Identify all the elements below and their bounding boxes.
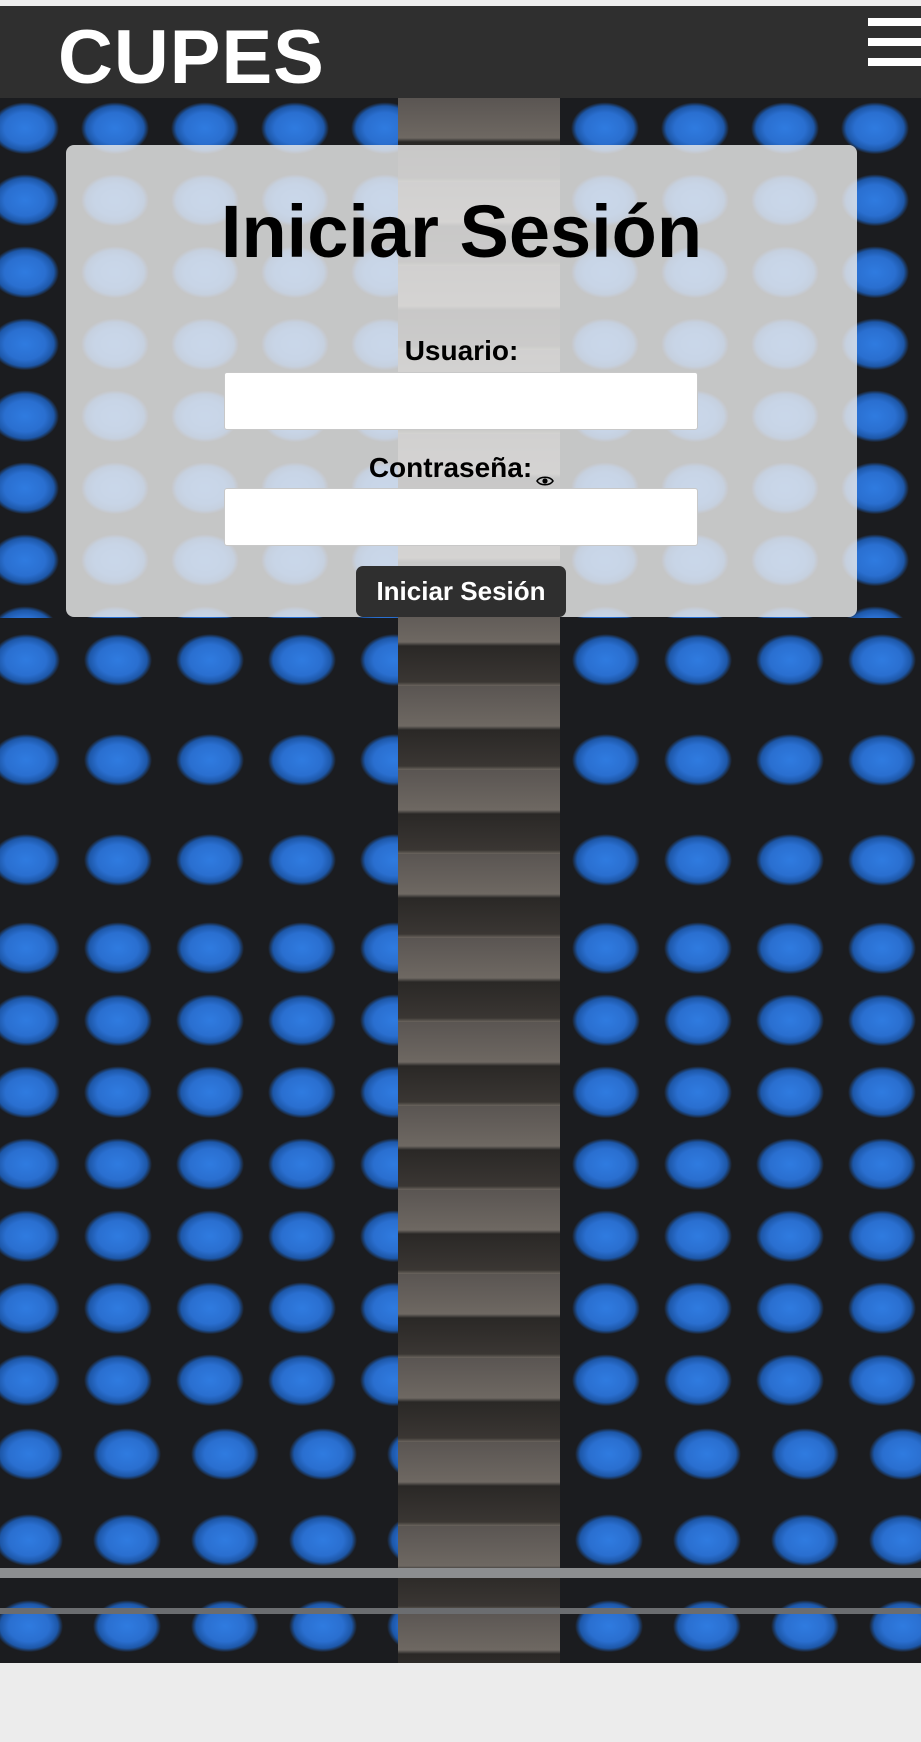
stadium-railing xyxy=(0,1608,921,1614)
brand-logo[interactable]: CUPES xyxy=(58,20,325,96)
top-strip xyxy=(0,0,921,6)
page-footer-area xyxy=(0,1663,921,1742)
hamburger-bar xyxy=(868,58,921,66)
username-label: Usuario: xyxy=(66,337,857,365)
stadium-railing xyxy=(0,1568,921,1578)
seat-block xyxy=(560,1418,921,1663)
username-label-text: Usuario: xyxy=(404,335,519,366)
hamburger-bar xyxy=(868,18,921,26)
hamburger-menu-icon[interactable] xyxy=(868,18,921,72)
seat-block xyxy=(0,618,398,918)
hamburger-bar xyxy=(868,38,921,46)
page: CUPES Iniciar Sesión Usuario: Contraseña… xyxy=(0,0,921,1742)
username-input[interactable] xyxy=(224,372,698,430)
eye-icon[interactable] xyxy=(536,464,555,486)
login-submit-button[interactable]: Iniciar Sesión xyxy=(356,566,566,617)
login-title: Iniciar Sesión xyxy=(220,190,703,273)
password-label: Contraseña: xyxy=(66,452,857,486)
login-card: Iniciar Sesión Usuario: Contraseña: Inic… xyxy=(66,145,857,617)
seat-block xyxy=(0,918,398,1418)
app-header: CUPES xyxy=(0,6,921,98)
seat-block xyxy=(560,618,921,918)
seat-block xyxy=(560,918,921,1418)
password-label-text: Contraseña: xyxy=(368,452,533,483)
password-input[interactable] xyxy=(224,488,698,546)
seat-block xyxy=(0,1418,398,1663)
